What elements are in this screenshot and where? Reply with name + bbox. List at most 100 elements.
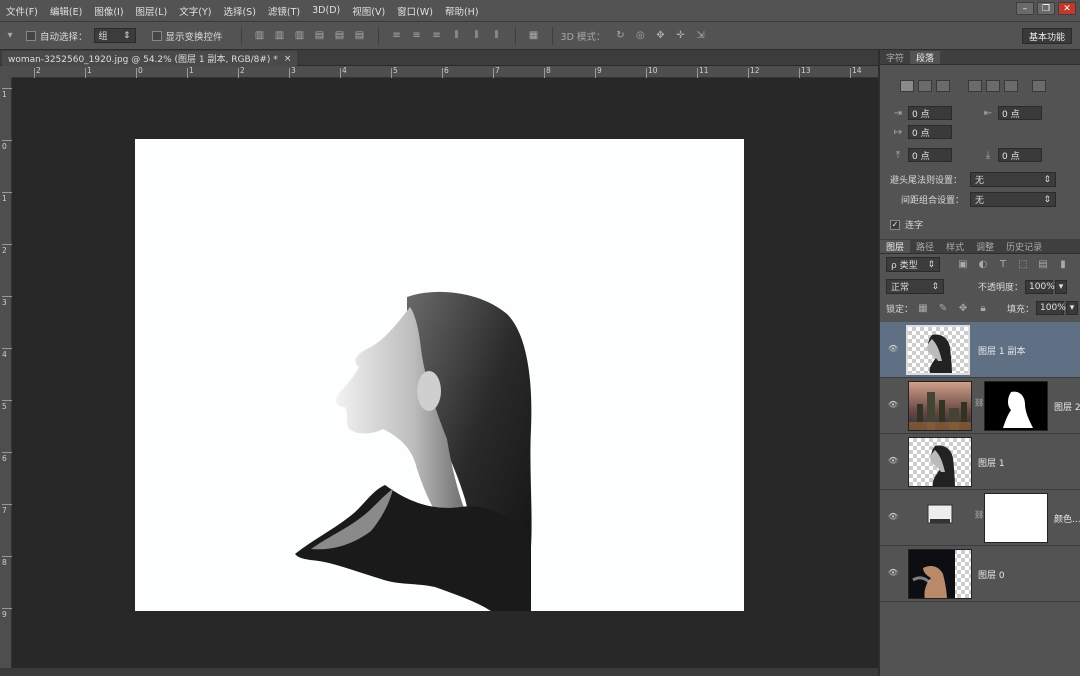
align-top-icon[interactable]: ▥ xyxy=(253,29,267,43)
tab-history[interactable]: 历史记录 xyxy=(1000,240,1048,253)
justify-last-right-icon[interactable] xyxy=(1004,80,1018,92)
filter-smart-object-icon[interactable]: ▤ xyxy=(1036,258,1050,272)
menu-file[interactable]: 文件(F) xyxy=(0,4,44,18)
menu-filter[interactable]: 滤镜(T) xyxy=(262,4,306,18)
menu-3d[interactable]: 3D(D) xyxy=(306,5,346,16)
justify-last-center-icon[interactable] xyxy=(986,80,1000,92)
distribute-hcenter-icon[interactable]: ⦀ xyxy=(470,29,484,43)
restore-icon[interactable]: ❐ xyxy=(1037,2,1055,15)
align-right-icon[interactable]: ▤ xyxy=(353,29,367,43)
chevron-down-icon: ⇕ xyxy=(1043,194,1051,205)
window-controls: – ❐ ✕ xyxy=(1016,2,1076,15)
ruler-label: 1 xyxy=(189,66,194,75)
3d-roll-icon[interactable]: ◎ xyxy=(633,29,647,43)
mojikumi-dropdown[interactable]: 无 ⇕ xyxy=(970,192,1056,207)
indent-left-field[interactable]: 0 点 xyxy=(908,106,952,120)
layer-mask-thumbnail[interactable] xyxy=(984,381,1048,431)
indent-first-field[interactable]: 0 点 xyxy=(908,125,952,139)
lock-image-icon[interactable]: ✎ xyxy=(936,301,950,315)
tab-styles[interactable]: 样式 xyxy=(940,240,970,253)
opacity-arrow-icon[interactable]: ▾ xyxy=(1055,279,1068,294)
vertical-ruler[interactable]: 1 0 1 2 3 4 5 6 7 8 9 xyxy=(0,78,12,676)
menu-window[interactable]: 窗口(W) xyxy=(391,4,439,18)
layer-filter-dropdown[interactable]: ρ 类型 ⇕ xyxy=(886,257,940,272)
blend-mode-dropdown[interactable]: 正常 ⇕ xyxy=(886,279,944,294)
align-bottom-icon[interactable]: ▥ xyxy=(293,29,307,43)
status-bar xyxy=(0,668,878,676)
eye-icon[interactable]: 👁︎ xyxy=(888,568,898,578)
layer-row[interactable]: 👁︎ 图层 0 xyxy=(880,546,1080,602)
ruler-corner[interactable] xyxy=(0,66,12,78)
menu-select[interactable]: 选择(S) xyxy=(217,4,261,18)
menu-view[interactable]: 视图(V) xyxy=(346,4,391,18)
eye-icon[interactable]: 👁︎ xyxy=(888,456,898,466)
hyphenate-checkbox[interactable]: ✓ xyxy=(890,219,900,230)
eye-icon[interactable]: 👁︎ xyxy=(888,400,898,410)
distribute-vcenter-icon[interactable]: ≡ xyxy=(410,29,424,43)
menu-image[interactable]: 图像(I) xyxy=(88,4,129,18)
indent-right-field[interactable]: 0 点 xyxy=(998,106,1042,120)
filter-type-icon[interactable]: T xyxy=(996,258,1010,272)
link-icon[interactable]: ⛓︎ xyxy=(974,398,984,407)
align-right-text-icon[interactable] xyxy=(936,80,950,92)
auto-select-dropdown[interactable]: 组 ⇕ xyxy=(93,28,136,43)
align-left-icon[interactable]: ▤ xyxy=(313,29,327,43)
align-hcenter-icon[interactable]: ▤ xyxy=(333,29,347,43)
document-canvas[interactable] xyxy=(135,139,744,611)
tool-preset-dropdown-icon[interactable]: ▾ xyxy=(3,29,17,43)
document-tab[interactable]: woman-3252560_1920.jpg @ 54.2% (图层 1 副本,… xyxy=(2,51,298,66)
distribute-right-icon[interactable]: ⦀ xyxy=(490,29,504,43)
fill-field[interactable]: 100% xyxy=(1036,301,1066,315)
tab-adjustments[interactable]: 调整 xyxy=(970,240,1000,253)
layer-row[interactable]: 👁︎ 图层 1 副本 xyxy=(880,322,1080,378)
opacity-field[interactable]: 100% xyxy=(1025,279,1055,294)
link-icon[interactable]: ⛓︎ xyxy=(974,510,984,519)
tab-layers[interactable]: 图层 xyxy=(880,240,911,253)
distribute-left-icon[interactable]: ⦀ xyxy=(450,29,464,43)
menu-help[interactable]: 帮助(H) xyxy=(439,4,485,18)
lock-position-icon[interactable]: ✥ xyxy=(956,301,970,315)
minimize-icon[interactable]: – xyxy=(1016,2,1034,15)
menu-edit[interactable]: 编辑(E) xyxy=(44,4,88,18)
lock-all-icon[interactable]: 🔒︎ xyxy=(976,301,990,315)
close-tab-icon[interactable]: × xyxy=(284,54,292,64)
filter-shape-icon[interactable]: ⬚ xyxy=(1016,258,1030,272)
fill-arrow-icon[interactable]: ▾ xyxy=(1066,301,1079,315)
eye-icon[interactable]: 👁︎ xyxy=(888,344,898,354)
space-after-field[interactable]: 0 点 xyxy=(998,148,1042,162)
layer-row[interactable]: 👁︎ ⛓︎ 颜色... xyxy=(880,490,1080,546)
tab-character[interactable]: 字符 xyxy=(880,51,910,64)
menu-layer[interactable]: 图层(L) xyxy=(130,4,174,18)
justify-all-icon[interactable] xyxy=(1032,80,1046,92)
layer-mask-thumbnail[interactable] xyxy=(984,493,1048,543)
ruler-label: 3 xyxy=(2,298,7,307)
eye-icon[interactable]: 👁︎ xyxy=(888,512,898,522)
align-vcenter-icon[interactable]: ▥ xyxy=(273,29,287,43)
auto-select-checkbox[interactable] xyxy=(26,30,36,41)
menu-type[interactable]: 文字(Y) xyxy=(173,4,217,18)
horizontal-ruler[interactable]: 2 1 0 1 2 3 4 5 6 7 8 9 10 11 12 13 14 xyxy=(12,66,878,78)
filter-toggle-icon[interactable]: ▮ xyxy=(1056,258,1070,272)
workspace-button[interactable]: 基本功能 xyxy=(1021,28,1072,44)
space-before-field[interactable]: 0 点 xyxy=(908,148,952,162)
align-left-text-icon[interactable] xyxy=(900,80,914,92)
3d-scale-icon[interactable]: ⇲ xyxy=(693,29,707,43)
lock-transparent-icon[interactable]: ▦ xyxy=(916,301,930,315)
filter-pixel-icon[interactable]: ▣ xyxy=(956,258,970,272)
justify-last-left-icon[interactable] xyxy=(968,80,982,92)
3d-rotate-icon[interactable]: ↻ xyxy=(613,29,627,43)
close-icon[interactable]: ✕ xyxy=(1058,2,1076,15)
kinsoku-dropdown[interactable]: 无 ⇕ xyxy=(970,172,1056,187)
distribute-top-icon[interactable]: ≡ xyxy=(390,29,404,43)
auto-align-icon[interactable]: ▦ xyxy=(527,29,541,43)
distribute-bottom-icon[interactable]: ≡ xyxy=(430,29,444,43)
3d-pan-icon[interactable]: ✥ xyxy=(653,29,667,43)
show-transform-checkbox[interactable] xyxy=(151,30,162,41)
filter-adjustment-icon[interactable]: ◐ xyxy=(976,258,990,272)
3d-slide-icon[interactable]: ✛ xyxy=(673,29,687,43)
align-center-text-icon[interactable] xyxy=(918,80,932,92)
tab-paragraph[interactable]: 段落 xyxy=(910,51,941,64)
tab-paths[interactable]: 路径 xyxy=(910,240,940,253)
layer-row[interactable]: 👁︎ ⛓︎ 图层 2 xyxy=(880,378,1080,434)
layer-row[interactable]: 👁︎ 图层 1 xyxy=(880,434,1080,490)
